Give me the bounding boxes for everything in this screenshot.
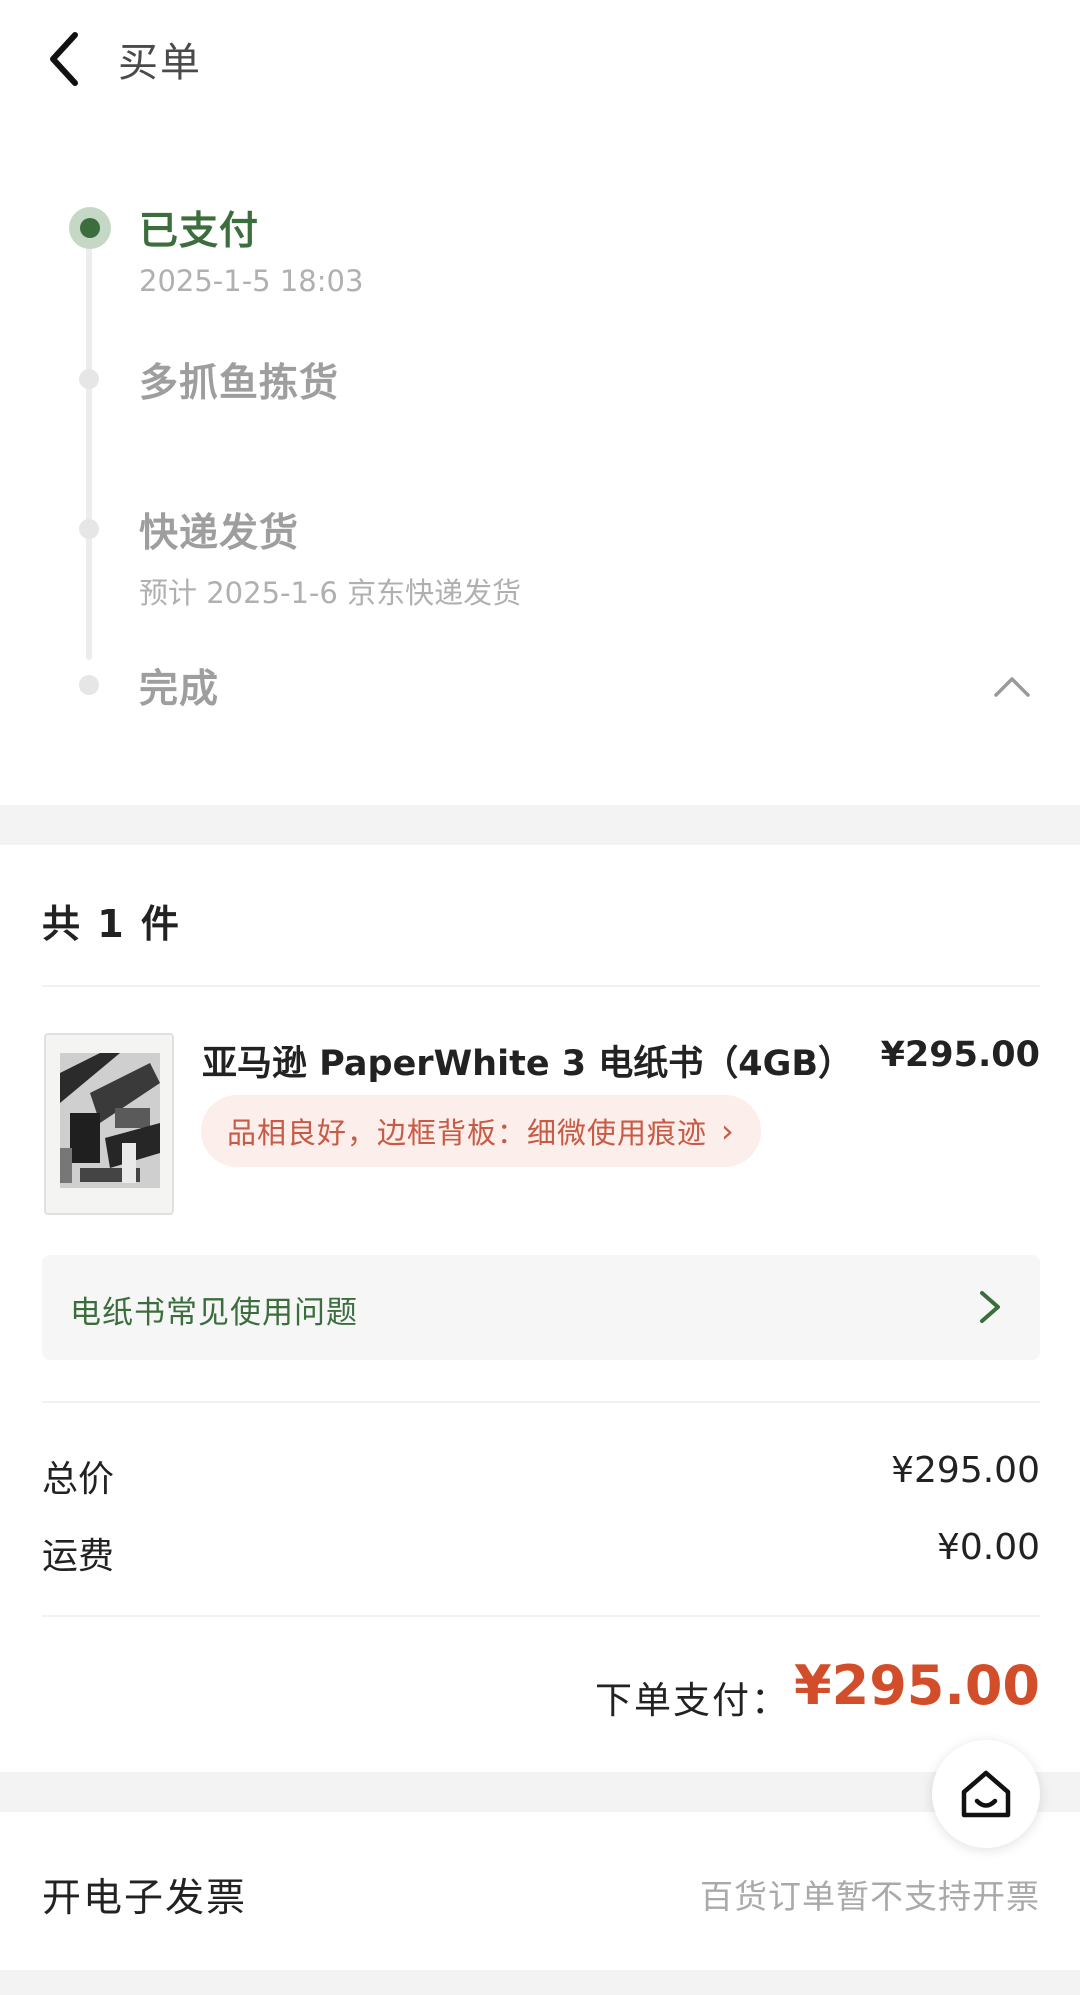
product-price: ¥295.00 xyxy=(880,1035,1040,1075)
faq-link[interactable]: 电纸书常见使用问题 xyxy=(42,1255,1040,1360)
home-button[interactable] xyxy=(932,1740,1040,1848)
condition-tag[interactable]: 品相良好，边框背板：细微使用痕迹 › xyxy=(201,1095,761,1167)
divider xyxy=(42,985,1040,987)
total-value: ¥295.00 xyxy=(891,1450,1040,1491)
product-image-art xyxy=(60,1053,160,1188)
product-thumbnail[interactable] xyxy=(44,1033,174,1215)
header-bar: 买单 xyxy=(0,0,1080,120)
timeline-dot xyxy=(79,519,99,539)
section-divider xyxy=(0,1970,1080,1995)
pay-amount-value: ¥295.00 xyxy=(794,1654,1040,1717)
chevron-up-icon[interactable] xyxy=(990,665,1034,709)
shipping-label: 运费 xyxy=(42,1536,115,1577)
section-divider xyxy=(0,805,1080,845)
divider xyxy=(42,1401,1040,1403)
page-title: 买单 xyxy=(118,40,202,86)
timeline-track xyxy=(86,240,92,660)
timeline-dot xyxy=(79,675,99,695)
home-icon xyxy=(961,1770,1011,1818)
total-label: 总价 xyxy=(42,1459,115,1500)
section-divider xyxy=(0,1772,1080,1812)
item-count-title: 共 1 件 xyxy=(42,902,181,946)
invoice-note: 百货订单暂不支持开票 xyxy=(700,1877,1040,1916)
chevron-right-icon xyxy=(980,1291,1000,1323)
back-button[interactable] xyxy=(40,24,90,94)
timeline-step-title: 已支付 xyxy=(139,209,260,254)
timeline-step-title: 完成 xyxy=(139,667,220,712)
shipping-value: ¥0.00 xyxy=(936,1527,1040,1568)
condition-text: 品相良好，边框背板：细微使用痕迹 xyxy=(227,1116,708,1150)
timeline-step-title: 多抓鱼拣货 xyxy=(139,361,340,406)
timeline-step-title: 快递发货 xyxy=(139,511,300,556)
pay-amount-label: 下单支付： xyxy=(595,1679,790,1722)
timeline-step-subtitle: 2025-1-5 18:03 xyxy=(139,264,364,298)
back-arrow-icon xyxy=(50,32,78,86)
chevron-right-icon: › xyxy=(721,1112,735,1150)
timeline-dot-active xyxy=(69,207,111,249)
product-name[interactable]: 亚马逊 PaperWhite 3 电纸书（4GB） xyxy=(202,1035,853,1086)
faq-label: 电纸书常见使用问题 xyxy=(70,1295,358,1331)
invoice-label: 开电子发票 xyxy=(42,1876,248,1921)
order-status-timeline: 已支付 2025-1-5 18:03 多抓鱼拣货 快递发货 预计 2025-1-… xyxy=(0,150,1080,805)
timeline-step-subtitle: 预计 2025-1-6 京东快递发货 xyxy=(139,576,522,610)
divider xyxy=(42,1615,1040,1617)
timeline-dot xyxy=(79,369,99,389)
